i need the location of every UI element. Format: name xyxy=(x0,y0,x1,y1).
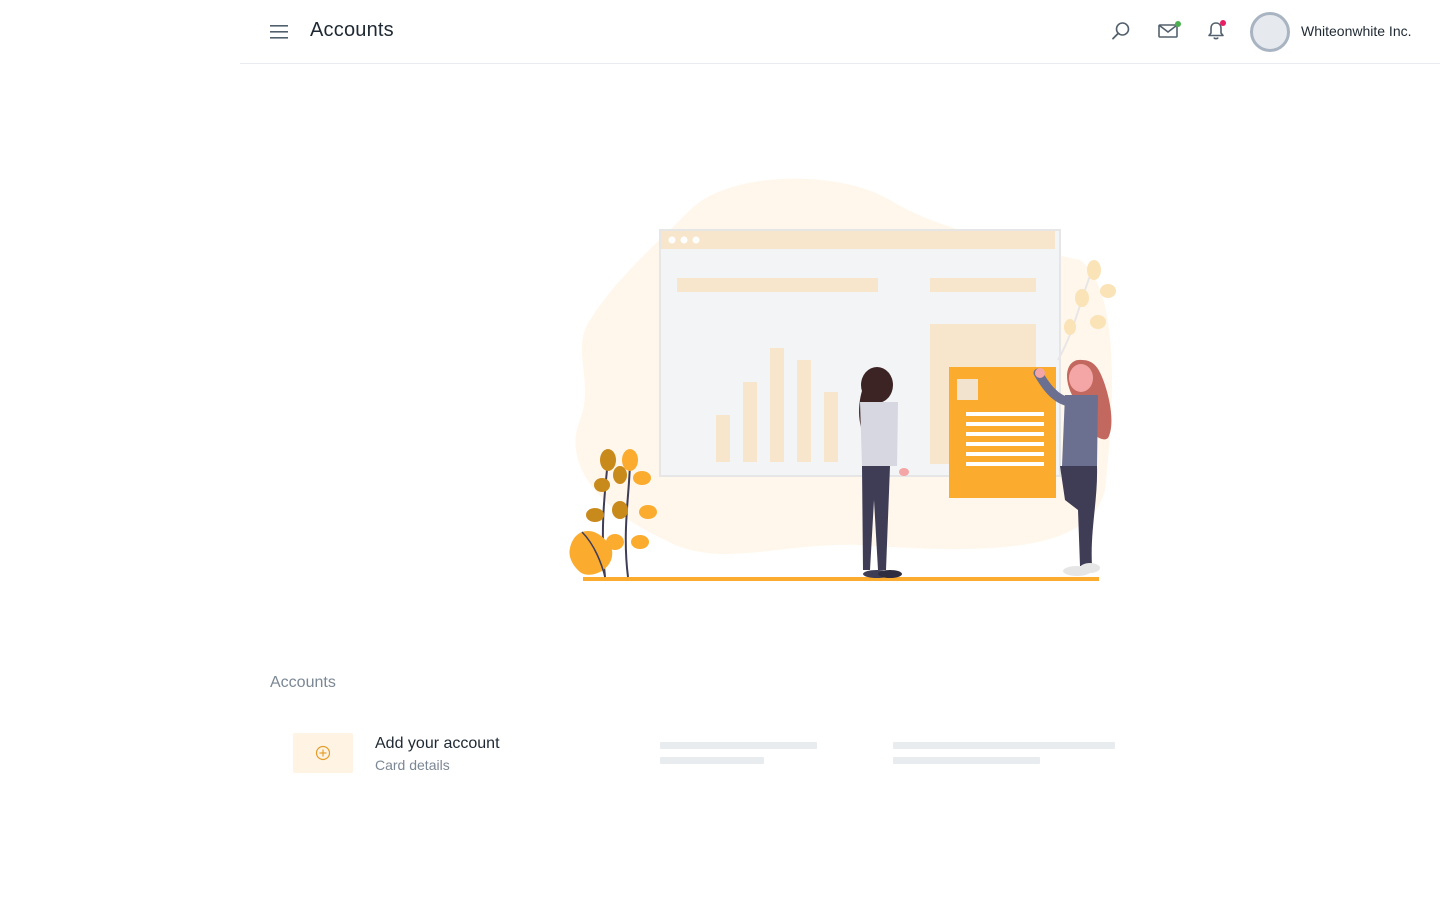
notifications-button[interactable] xyxy=(1203,18,1229,44)
add-circle-icon xyxy=(315,745,331,761)
skeleton-line xyxy=(893,757,1040,764)
empty-state-illustration xyxy=(569,178,1116,581)
skeleton-line xyxy=(660,757,764,764)
add-account-row[interactable]: Add your account Card details xyxy=(293,733,1123,775)
add-account-button[interactable] xyxy=(293,733,353,773)
menu-button[interactable] xyxy=(266,19,292,45)
add-account-subtitle: Card details xyxy=(375,757,450,773)
page-title: Accounts xyxy=(310,19,394,41)
app: Accounts Whiteonwhite Inc. Accounts Add … xyxy=(0,0,1440,900)
skeleton-line xyxy=(660,742,817,749)
search-icon xyxy=(1112,22,1130,40)
company-name[interactable]: Whiteonwhite Inc. xyxy=(1301,23,1412,39)
notification-badge xyxy=(1220,20,1226,26)
add-account-title: Add your account xyxy=(375,735,500,752)
skeleton-line xyxy=(893,742,1115,749)
search-button[interactable] xyxy=(1108,18,1134,44)
hamburger-menu-icon xyxy=(270,25,288,39)
mail-button[interactable] xyxy=(1155,18,1181,44)
section-label: Accounts xyxy=(270,674,336,691)
top-header: Accounts Whiteonwhite Inc. xyxy=(240,0,1440,64)
sidebar xyxy=(0,0,240,900)
mail-badge xyxy=(1175,21,1181,27)
avatar[interactable] xyxy=(1250,12,1290,52)
